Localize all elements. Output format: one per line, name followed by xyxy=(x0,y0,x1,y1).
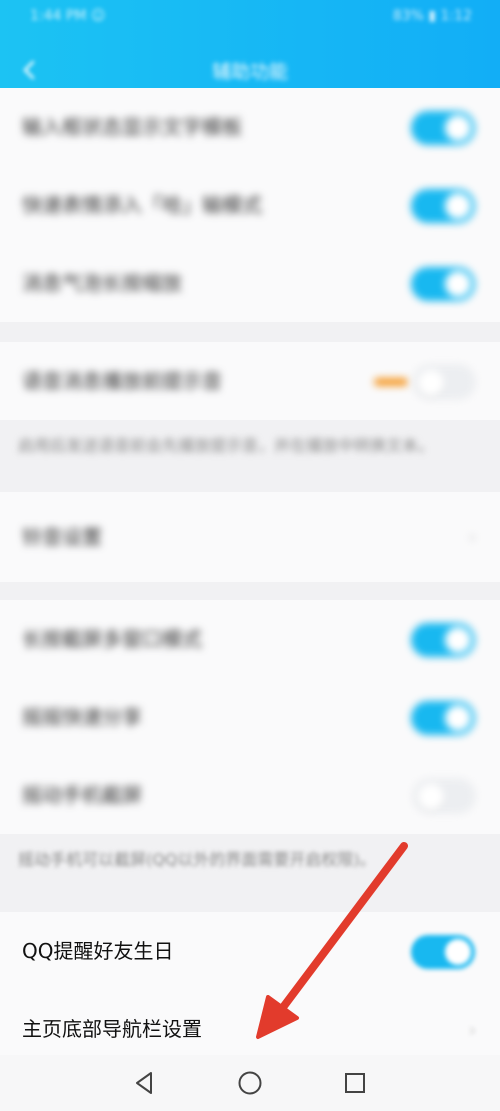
toggle-switch-on[interactable] xyxy=(411,623,475,657)
status-bar: 1:44 PM ☺ 83% ▮ 1:12 xyxy=(0,0,500,34)
toggle-switch-off[interactable] xyxy=(413,365,475,399)
toggle-switch-on[interactable] xyxy=(411,935,475,969)
page-title: 辅助功能 xyxy=(211,61,288,83)
status-time: 1:44 PM ☺ xyxy=(30,8,106,24)
toggle-switch-on[interactable] xyxy=(411,189,475,223)
setting-row-1[interactable]: 输入框状态显示文字模板 xyxy=(0,88,500,166)
setting-row-4[interactable]: 语音消息播放前提示音 xyxy=(0,342,500,420)
setting-label: 摇动手机截屏 xyxy=(22,783,142,807)
section-gap xyxy=(0,582,500,600)
setting-label: 摇摇快速分享 xyxy=(22,705,142,729)
section-gap xyxy=(0,322,500,342)
settings-list: 输入框状态显示文字模板 快速表情添入「哈」输模式 消息气泡长按缩放 语音消息播放… xyxy=(0,88,500,1068)
toggle-switch-on[interactable] xyxy=(411,111,475,145)
setting-label: 快速表情添入「哈」输模式 xyxy=(22,193,262,217)
setting-row-7[interactable]: 摇摇快速分享 xyxy=(0,678,500,756)
home-circle-icon[interactable] xyxy=(236,1069,264,1097)
chevron-right-icon: › xyxy=(468,1020,476,1041)
status-icons: 83% ▮ 1:12 xyxy=(392,8,472,24)
toggle-switch-on[interactable] xyxy=(411,701,475,735)
recents-square-icon[interactable] xyxy=(341,1069,369,1097)
chevron-right-icon: › xyxy=(468,527,476,548)
system-nav-bar xyxy=(0,1055,500,1111)
back-triangle-icon[interactable] xyxy=(130,1069,158,1097)
section-note: 启用后发送语音前会先播放提示音，并在播放中转换文本。 xyxy=(0,420,500,492)
setting-label: 输入框状态显示文字模板 xyxy=(22,115,242,139)
setting-row-birthday[interactable]: QQ提醒好友生日 xyxy=(0,912,500,990)
note-text: 摇动手机可以截屏(QQ以外的界面需要开启权限)。 xyxy=(18,850,376,869)
toggle-switch-off[interactable] xyxy=(413,779,475,813)
section-note: 摇动手机可以截屏(QQ以外的界面需要开启权限)。 xyxy=(0,834,500,912)
setting-label: 语音消息播放前提示音 xyxy=(22,369,222,393)
setting-label: 长按截屏多窗口模式 xyxy=(22,627,202,651)
note-text: 启用后发送语音前会先播放提示音，并在播放中转换文本。 xyxy=(18,436,435,455)
setting-row-8[interactable]: 摇动手机截屏 xyxy=(0,756,500,834)
setting-row-3[interactable]: 消息气泡长按缩放 xyxy=(0,244,500,322)
setting-label: 消息气泡长按缩放 xyxy=(22,271,182,295)
setting-label: QQ提醒好友生日 xyxy=(22,939,174,963)
toggle-switch-on[interactable] xyxy=(411,267,475,301)
indicator-dash xyxy=(374,378,408,386)
setting-row-6[interactable]: 长按截屏多窗口模式 xyxy=(0,600,500,678)
setting-label: 铃音设置 xyxy=(22,525,102,549)
setting-row-2[interactable]: 快速表情添入「哈」输模式 xyxy=(0,166,500,244)
setting-row-5[interactable]: 铃音设置 › xyxy=(0,492,500,582)
